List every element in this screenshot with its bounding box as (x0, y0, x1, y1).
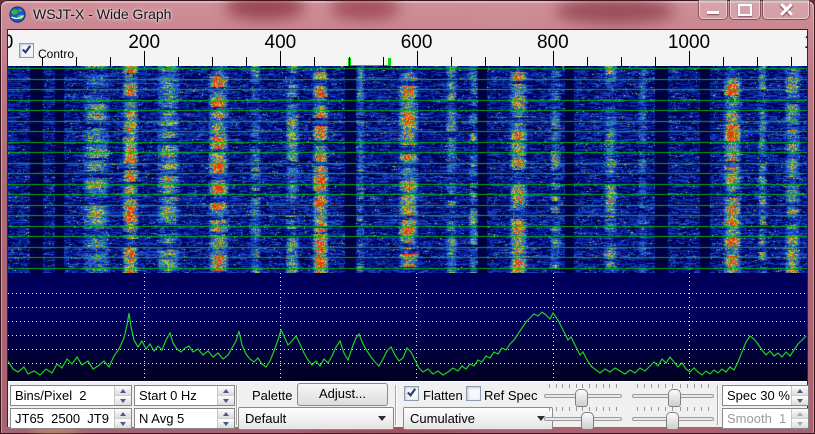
slider-thumb[interactable] (581, 412, 594, 430)
start-freq-value: Start 0 Hz (135, 388, 217, 403)
palette-label: Palette (252, 388, 292, 403)
n-avg-value: N Avg 5 (135, 411, 217, 426)
display-mode-select[interactable]: Cumulative (403, 407, 553, 430)
spec-percent-value: Spec 30 % (723, 388, 791, 403)
maximize-icon (738, 4, 752, 16)
start-freq-spinbox[interactable]: Start 0 Hz (134, 385, 235, 406)
spectrum-plot[interactable] (8, 273, 807, 381)
scale-label: 1200 (804, 32, 807, 54)
controls-checkbox[interactable]: Contro (19, 43, 74, 61)
scale-tick (723, 57, 724, 66)
controls-checkbox-label: Contro (38, 47, 74, 61)
slider-thumb[interactable] (575, 389, 588, 407)
slider-thumb[interactable] (666, 412, 679, 430)
n-avg-spinbox[interactable]: N Avg 5 (134, 408, 235, 429)
scale-label: 600 (401, 32, 433, 54)
adjust-button[interactable]: Adjust... (297, 383, 388, 406)
scale-tick (519, 57, 520, 66)
scale-tick (349, 57, 350, 66)
display-mode-value: Cumulative (410, 411, 475, 426)
minimize-icon (707, 11, 719, 14)
scale-tick (655, 57, 656, 66)
scale-tick (587, 57, 588, 66)
spin-down-button[interactable] (115, 396, 131, 405)
spin-down-button[interactable] (792, 396, 808, 405)
scale-tick (451, 57, 452, 66)
scale-tick (42, 57, 43, 66)
close-button[interactable] (762, 0, 810, 20)
scale-tick (485, 57, 486, 66)
ref-spec-checkbox[interactable] (466, 386, 481, 401)
waterfall-zero-slider[interactable] (544, 407, 622, 429)
spectrum-gain-slider[interactable] (632, 384, 714, 406)
spin-up-button[interactable] (115, 409, 131, 419)
bins-per-pixel-spinbox[interactable]: Bins/Pixel 2 (10, 385, 132, 406)
scale-tick (314, 57, 315, 66)
smooth-spinbox: Smooth 1 (722, 408, 809, 429)
chevron-down-icon (378, 416, 386, 421)
scale-tick (110, 57, 111, 66)
check-icon (406, 387, 417, 398)
scale-label: 1000 (668, 32, 710, 54)
spin-up-button[interactable] (115, 386, 131, 396)
palette-select[interactable]: Default (238, 407, 394, 430)
window-title: WSJT-X - Wide Graph (33, 6, 171, 22)
spec-percent-spinbox[interactable]: Spec 30 % (722, 385, 809, 406)
client-area: Contro 0 200 400 600 800 1000 1200 Bins/Pixel … (8, 30, 807, 426)
slider-ticks (549, 384, 617, 388)
ref-spec-label: Ref Spec (484, 388, 537, 403)
spectrum-zero-slider[interactable] (632, 407, 714, 429)
scale-tick (212, 57, 213, 66)
scale-tick (791, 57, 792, 66)
scale-label: 800 (537, 32, 569, 54)
spin-up-button[interactable] (218, 409, 234, 419)
bins-per-pixel-value: Bins/Pixel 2 (11, 388, 114, 403)
scale-label: 400 (265, 32, 297, 54)
jt65-jt9-split-value: JT65 2500 JT9 (11, 411, 114, 426)
spectrum-trace (8, 312, 806, 375)
wide-graph-window: WSJT-X - Wide Graph Contro (0, 0, 815, 434)
scale-tick (178, 57, 179, 66)
close-icon (780, 3, 793, 16)
waterfall-gain-slider[interactable] (544, 384, 622, 406)
wsjtx-app-icon (9, 6, 26, 23)
scale-tick (246, 57, 247, 66)
slider-ticks (637, 407, 709, 411)
spin-up-button (792, 409, 808, 419)
maximize-button[interactable] (729, 0, 761, 20)
jt65-jt9-split-spinbox[interactable]: JT65 2500 JT9 (10, 408, 132, 429)
smooth-value: Smooth 1 (723, 411, 791, 426)
spin-down-button[interactable] (115, 419, 131, 428)
scale-tick (621, 57, 622, 66)
check-icon (21, 44, 32, 55)
palette-select-value: Default (245, 411, 286, 426)
scale-tick (383, 57, 384, 66)
titlebar[interactable]: WSJT-X - Wide Graph (0, 0, 815, 30)
flatten-checkbox[interactable] (404, 386, 419, 401)
spin-down-button[interactable] (218, 419, 234, 428)
slider-ticks (637, 384, 709, 388)
separator (717, 385, 719, 425)
scale-tick (757, 57, 758, 66)
control-panel: Bins/Pixel 2 Start 0 Hz JT65 2500 JT9 N … (8, 381, 807, 427)
waterfall-spectrogram[interactable] (8, 66, 807, 273)
spin-down-button[interactable] (218, 396, 234, 405)
flatten-label: Flatten (423, 388, 463, 403)
controls-checkbox-box[interactable] (19, 43, 34, 58)
slider-ticks (549, 407, 617, 411)
scale-label: 0 (8, 32, 13, 54)
frequency-scale: Contro 0 200 400 600 800 1000 1200 (8, 30, 807, 66)
spin-up-button[interactable] (792, 386, 808, 396)
slider-thumb[interactable] (668, 389, 681, 407)
spin-down-button (792, 419, 808, 428)
spin-up-button[interactable] (218, 386, 234, 396)
separator (395, 385, 397, 425)
rx-frequency-bracket[interactable] (348, 58, 391, 66)
scale-label: 200 (128, 32, 160, 54)
scale-tick (76, 57, 77, 66)
minimize-button[interactable] (698, 0, 728, 20)
